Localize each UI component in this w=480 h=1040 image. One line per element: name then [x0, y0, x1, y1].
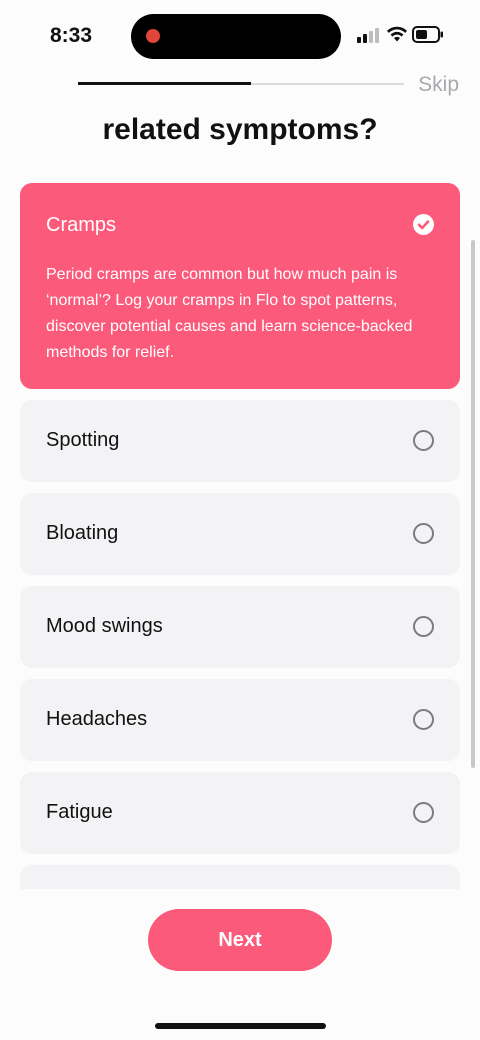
dynamic-island: [131, 14, 341, 59]
radio-unselected-icon: [413, 802, 434, 823]
checkmark-icon: [413, 214, 434, 235]
home-indicator: [155, 1023, 326, 1029]
option-bloating[interactable]: Bloating: [20, 493, 460, 575]
page-title: related symptoms?: [102, 113, 378, 146]
option-label: Bloating: [46, 522, 119, 544]
option-label: Mood swings: [46, 615, 163, 637]
option-spotting[interactable]: Spotting: [20, 400, 460, 482]
option-cramps[interactable]: Cramps Period cramps are common but how …: [20, 183, 460, 389]
screen: 8:33 Skip related symptoms? Cramps Perio…: [0, 0, 480, 1040]
record-indicator-icon: [146, 29, 160, 43]
option-headaches[interactable]: Headaches: [20, 679, 460, 761]
scrollbar[interactable]: [471, 240, 475, 768]
cellular-signal-icon: [357, 27, 379, 43]
radio-unselected-icon: [413, 523, 434, 544]
option-label: Spotting: [46, 429, 120, 451]
option-next-partial[interactable]: [20, 865, 460, 889]
progress-fill: [78, 82, 251, 85]
option-label: Cramps: [46, 214, 117, 236]
option-label: Fatigue: [46, 801, 113, 823]
radio-unselected-icon: [413, 616, 434, 637]
wifi-icon: [387, 26, 407, 42]
symptom-options-list[interactable]: Cramps Period cramps are common but how …: [20, 183, 460, 889]
next-button[interactable]: Next: [148, 909, 332, 971]
skip-button[interactable]: Skip: [418, 73, 459, 97]
battery-icon: [412, 26, 443, 43]
radio-unselected-icon: [413, 430, 434, 451]
status-time: 8:33: [50, 24, 93, 47]
option-fatigue[interactable]: Fatigue: [20, 772, 460, 854]
option-mood-swings[interactable]: Mood swings: [20, 586, 460, 668]
option-label: Headaches: [46, 708, 148, 730]
onboarding-progress-bar: [78, 82, 404, 85]
radio-unselected-icon: [413, 709, 434, 730]
option-description: Period cramps are common but how much pa…: [46, 266, 413, 361]
